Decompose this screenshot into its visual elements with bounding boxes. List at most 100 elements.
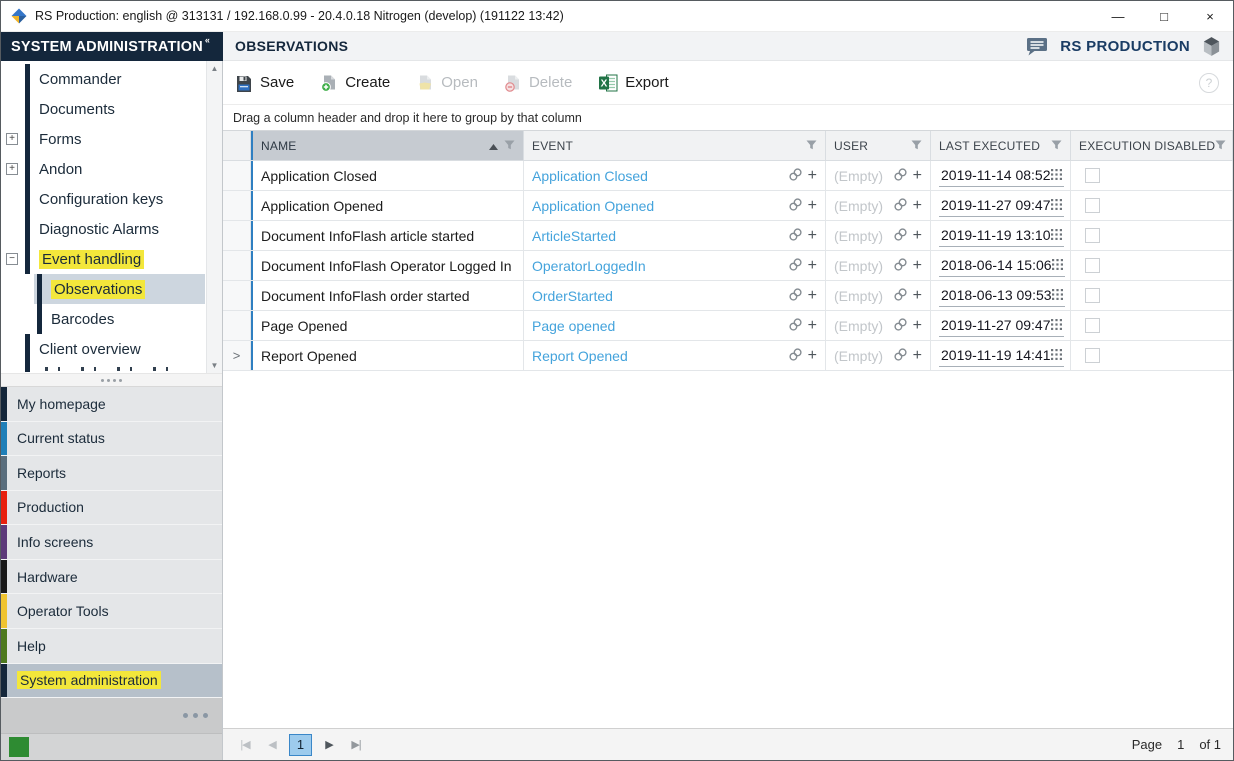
scroll-down-icon[interactable]: ▼	[211, 361, 219, 370]
nav-item-current-status[interactable]: Current status	[1, 422, 222, 457]
tree-item-documents[interactable]: Documents	[1, 94, 205, 124]
execution-disabled-checkbox[interactable]	[1085, 168, 1100, 183]
tree-item-diagnostic-alarms[interactable]: Diagnostic Alarms	[1, 214, 205, 244]
filter-icon[interactable]	[1215, 139, 1226, 153]
execution-disabled-checkbox[interactable]	[1085, 288, 1100, 303]
toolbar-button-create[interactable]: Create	[320, 74, 390, 92]
add-icon[interactable]: +	[808, 168, 817, 184]
grid-picker-icon[interactable]	[1051, 197, 1062, 213]
link-icon[interactable]	[893, 317, 908, 335]
execution-disabled-checkbox[interactable]	[1085, 228, 1100, 243]
link-icon[interactable]	[893, 227, 908, 245]
expander-plus-icon[interactable]: +	[6, 133, 18, 145]
link-icon[interactable]	[893, 197, 908, 215]
link-icon[interactable]	[788, 167, 803, 185]
last-executed-field[interactable]: 2019-11-27 09:47	[939, 194, 1064, 217]
toolbar-button-open[interactable]: Open	[416, 74, 478, 92]
execution-disabled-checkbox[interactable]	[1085, 318, 1100, 333]
filter-icon[interactable]	[911, 139, 922, 153]
toolbar-button-delete[interactable]: Delete	[504, 74, 572, 92]
pager-page-button[interactable]: 1	[289, 734, 312, 756]
tree-item-barcodes[interactable]: Barcodes	[1, 304, 205, 334]
link-icon[interactable]	[893, 167, 908, 185]
grid-picker-icon[interactable]	[1052, 287, 1063, 303]
add-icon[interactable]: +	[913, 198, 922, 214]
execution-disabled-checkbox[interactable]	[1085, 348, 1100, 363]
filter-icon[interactable]	[806, 139, 817, 153]
link-icon[interactable]	[893, 347, 908, 365]
toolbar-button-save[interactable]: Save	[235, 74, 294, 92]
tree-item-observations[interactable]: Observations	[1, 274, 205, 304]
collapse-panel-icon[interactable]: «	[205, 35, 210, 45]
tree-item-client-overview[interactable]: Client overview	[1, 334, 205, 364]
execution-disabled-checkbox[interactable]	[1085, 258, 1100, 273]
add-icon[interactable]: +	[913, 318, 922, 334]
link-icon[interactable]	[788, 197, 803, 215]
add-icon[interactable]: +	[913, 168, 922, 184]
add-icon[interactable]: +	[913, 348, 922, 364]
nav-item-production[interactable]: Production	[1, 491, 222, 526]
link-icon[interactable]	[788, 287, 803, 305]
page-number[interactable]: 1	[1177, 737, 1184, 752]
chat-icon[interactable]	[1026, 36, 1048, 56]
pager-next-button[interactable]: ▶	[319, 734, 339, 756]
event-link[interactable]: Page opened	[532, 318, 615, 334]
tree-item-clipped[interactable]	[1, 364, 205, 372]
help-icon[interactable]: ?	[1199, 73, 1219, 93]
tree-scrollbar[interactable]: ▲ ▼	[206, 61, 222, 373]
link-icon[interactable]	[788, 257, 803, 275]
last-executed-field[interactable]: 2019-11-19 14:41	[939, 344, 1064, 367]
expander-plus-icon[interactable]: +	[6, 163, 18, 175]
column-header-user[interactable]: USER	[826, 131, 931, 160]
add-icon[interactable]: +	[913, 288, 922, 304]
filter-icon[interactable]	[504, 139, 515, 153]
link-icon[interactable]	[788, 227, 803, 245]
nav-item-help[interactable]: Help	[1, 629, 222, 664]
add-icon[interactable]: +	[808, 318, 817, 334]
nav-overflow[interactable]	[1, 698, 222, 734]
last-executed-field[interactable]: 2019-11-19 13:10	[939, 224, 1064, 247]
grid-picker-icon[interactable]	[1051, 317, 1062, 333]
add-icon[interactable]: +	[913, 258, 922, 274]
tree-item-andon[interactable]: +Andon	[1, 154, 205, 184]
tree-item-forms[interactable]: +Forms	[1, 124, 205, 154]
splitter-grip[interactable]	[1, 373, 222, 387]
grid-picker-icon[interactable]	[1051, 227, 1062, 243]
minimize-button[interactable]: —	[1095, 1, 1141, 31]
link-icon[interactable]	[893, 257, 908, 275]
add-icon[interactable]: +	[808, 228, 817, 244]
event-link[interactable]: Report Opened	[532, 348, 628, 364]
row-expand-arrow[interactable]: >	[233, 348, 241, 363]
scroll-up-icon[interactable]: ▲	[211, 64, 219, 73]
event-link[interactable]: ArticleStarted	[532, 228, 616, 244]
pager-prev-button[interactable]: ◀	[262, 734, 282, 756]
link-icon[interactable]	[788, 347, 803, 365]
nav-item-reports[interactable]: Reports	[1, 456, 222, 491]
tree-item-event-handling[interactable]: −Event handling	[1, 244, 205, 274]
column-header-last-executed[interactable]: LAST EXECUTED	[931, 131, 1071, 160]
filter-icon[interactable]	[1051, 139, 1062, 153]
event-link[interactable]: OperatorLoggedIn	[532, 258, 646, 274]
grid-picker-icon[interactable]	[1051, 347, 1062, 363]
tree-item-commander[interactable]: Commander	[1, 64, 205, 94]
nav-item-info-screens[interactable]: Info screens	[1, 525, 222, 560]
last-executed-field[interactable]: 2019-11-27 09:47	[939, 314, 1064, 337]
toolbar-button-export[interactable]: XExport	[598, 74, 668, 92]
grid-picker-icon[interactable]	[1051, 167, 1062, 183]
nav-item-hardware[interactable]: Hardware	[1, 560, 222, 595]
expander-minus-icon[interactable]: −	[6, 253, 18, 265]
last-executed-field[interactable]: 2018-06-14 15:06	[939, 254, 1065, 277]
pager-first-button[interactable]: |◀	[235, 734, 255, 756]
link-icon[interactable]	[893, 287, 908, 305]
pager-last-button[interactable]: ▶|	[346, 734, 366, 756]
add-icon[interactable]: +	[913, 228, 922, 244]
last-executed-field[interactable]: 2019-11-14 08:52	[939, 164, 1064, 187]
event-link[interactable]: Application Opened	[532, 198, 654, 214]
tree-item-configuration-keys[interactable]: Configuration keys	[1, 184, 205, 214]
event-link[interactable]: Application Closed	[532, 168, 648, 184]
event-link[interactable]: OrderStarted	[532, 288, 613, 304]
add-icon[interactable]: +	[808, 258, 817, 274]
maximize-button[interactable]: □	[1141, 1, 1187, 31]
add-icon[interactable]: +	[808, 288, 817, 304]
grid-picker-icon[interactable]	[1052, 257, 1063, 273]
